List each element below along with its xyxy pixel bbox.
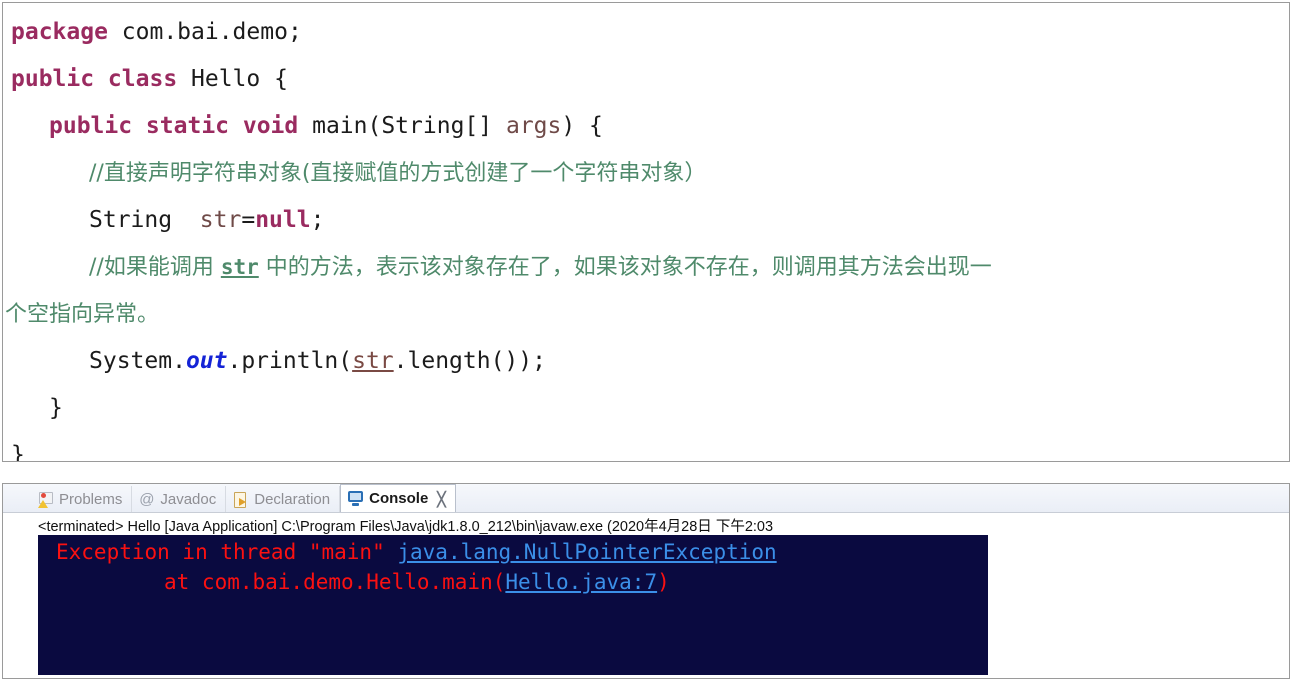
console-view-pane[interactable]: Problems @ Javadoc Declaration Console ╳ <ter… — [2, 483, 1290, 679]
code-token-field: out — [185, 348, 228, 374]
view-tab-console[interactable]: Console ╳ — [340, 484, 456, 512]
code-token-param: args — [505, 113, 562, 139]
code-token-plain: } — [11, 442, 25, 462]
code-token-kw: public static void — [49, 113, 299, 139]
console-error-text: at com.bai.demo.Hello.main( — [164, 570, 506, 594]
console-hyperlink[interactable]: java.lang.NullPointerException — [397, 540, 776, 564]
code-token-plain: .println( — [227, 348, 353, 374]
console-output-text[interactable]: Exception in thread "main" java.lang.Nul… — [38, 535, 988, 675]
console-error-text: ) — [657, 570, 670, 594]
code-token-plain: = — [241, 207, 256, 233]
code-token-plain: Hello { — [177, 66, 288, 92]
code-line: } — [3, 385, 1289, 432]
code-token-kw: public class — [11, 66, 178, 92]
declaration-icon — [232, 491, 249, 508]
view-tab-problems[interactable]: Problems — [31, 486, 133, 512]
code-line: //直接声明字符串对象(直接赋值的方式创建了一个字符串对象） — [3, 150, 1289, 197]
code-line: package com.bai.demo; — [3, 9, 1289, 56]
code-token-cmt: //如果能调用 — [89, 255, 221, 280]
view-tab-strip: Problems @ Javadoc Declaration Console ╳ — [3, 484, 1289, 513]
at-icon: @ — [139, 490, 155, 508]
console-output-line: Exception in thread "main" java.lang.Nul… — [38, 537, 988, 567]
code-token-localvar: str — [352, 348, 394, 374]
code-token-cmt: 中的方法，表示该对象存在了，如果该对象不存在，则调用其方法会出现一 — [258, 255, 992, 280]
code-line: public static void main(String[] args) { — [3, 103, 1289, 150]
code-line: } — [3, 432, 1289, 462]
warning-triangle-icon — [38, 499, 48, 508]
code-text-area[interactable]: package com.bai.demo; public class Hello … — [3, 3, 1289, 462]
launch-configuration-label: <terminated> Hello [Java Application] C:… — [3, 513, 1289, 535]
console-output-line: at com.bai.demo.Hello.main(Hello.java:7) — [38, 567, 988, 597]
code-token-plain: .length()); — [393, 348, 546, 374]
code-line: //如果能调用 str 中的方法，表示该对象存在了，如果该对象不存在，则调用其方… — [3, 244, 1289, 291]
code-token-plain: main(String[] — [298, 113, 506, 139]
console-error-text: Exception in thread "main" — [56, 540, 398, 564]
code-token-plain: System. — [89, 348, 186, 374]
code-token-plain: } — [49, 395, 63, 421]
code-editor-pane[interactable]: package com.bai.demo; public class Hello … — [2, 2, 1290, 462]
code-token-plain: ) { — [561, 113, 603, 139]
view-tab-label: Declaration — [254, 490, 331, 508]
code-line: 个空指向异常。 — [3, 291, 1289, 338]
view-tab-declaration[interactable]: Declaration — [226, 486, 341, 512]
view-tab-label: Javadoc — [160, 490, 217, 508]
code-token-kw: null — [255, 207, 311, 233]
code-token-plain: com.bai.demo; — [107, 19, 302, 45]
code-line: public class Hello { — [3, 56, 1289, 103]
code-token-cmt-code: str — [220, 255, 259, 279]
console-output-region: Exception in thread "main" java.lang.Nul… — [3, 535, 1289, 675]
problems-icon — [37, 491, 54, 508]
monitor-icon — [347, 490, 364, 507]
code-token-param: str — [199, 207, 242, 233]
console-hyperlink[interactable]: Hello.java:7 — [505, 570, 657, 594]
code-token-cmt: 个空指向异常。 — [5, 302, 160, 327]
view-tab-label: Console — [369, 490, 429, 507]
code-line: System.out.println(str.length()); — [3, 338, 1289, 385]
view-tab-label: Problems — [59, 490, 123, 508]
maximize-restore-icon[interactable]: ╳ — [437, 492, 445, 506]
code-token-plain: ; — [310, 207, 325, 233]
code-token-plain: String — [89, 207, 200, 233]
code-line: String str=null; — [3, 197, 1289, 244]
code-token-cmt: //直接声明字符串对象(直接赋值的方式创建了一个字符串对象） — [89, 161, 707, 186]
view-tab-javadoc[interactable]: @ Javadoc — [132, 486, 227, 512]
code-token-kw: package — [11, 19, 108, 45]
